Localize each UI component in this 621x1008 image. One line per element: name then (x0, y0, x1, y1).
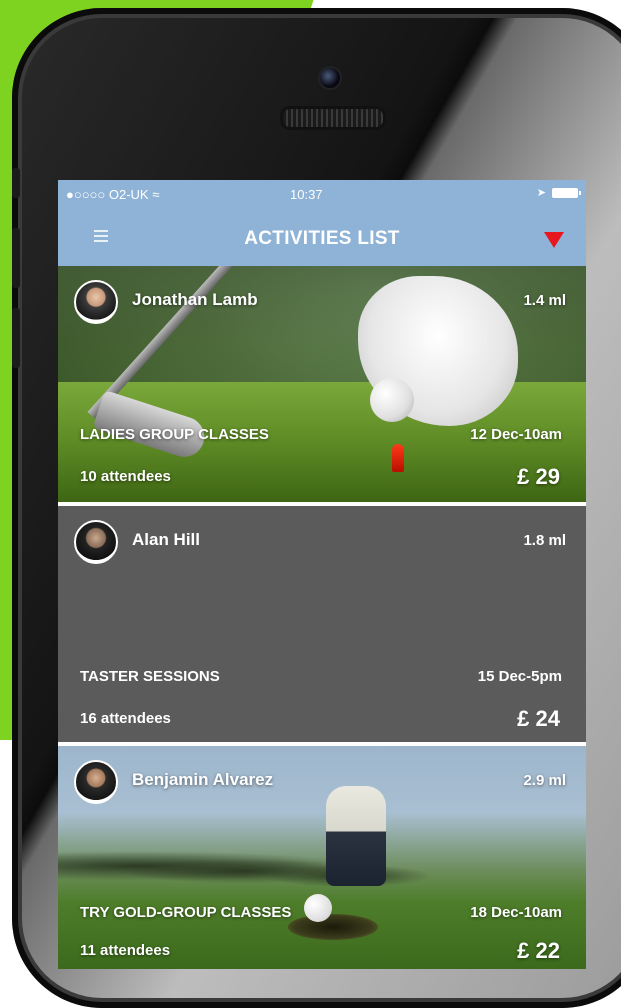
activity-card[interactable]: Alan Hill 1.8 ml TASTER SESSIONS 15 Dec-… (58, 506, 586, 742)
price-label: £ 24 (517, 706, 560, 731)
price-label: £ 22 (517, 938, 560, 963)
battery-icon (552, 187, 581, 198)
earpiece-speaker (280, 106, 386, 130)
tree-line-image (58, 836, 586, 886)
app-screen: ●○○○○ O2-UK ≈ 10:37 ➤ ACTIVITIES LIST Jo… (58, 180, 586, 969)
activity-name: LADIES GROUP CLASSES (80, 426, 269, 443)
front-camera (318, 66, 342, 90)
activity-date: 15 Dec-5pm (477, 668, 562, 685)
volume-down-button (12, 308, 20, 368)
status-right-icons: ➤ (536, 186, 581, 199)
distance-label: 2.9 ml (523, 772, 566, 789)
carrier-text: ●○○○○ O2-UK (66, 187, 149, 202)
price-label: £ 29 (517, 464, 560, 489)
carrier-label: ●○○○○ O2-UK ≈ (66, 187, 159, 202)
golf-ball-image (370, 378, 414, 422)
nav-bar: ACTIVITIES LIST (58, 208, 586, 266)
page-title: ACTIVITIES LIST (244, 228, 400, 249)
filter-triangle-icon[interactable] (544, 232, 564, 248)
golfer-image (326, 786, 386, 886)
mute-switch (12, 168, 20, 198)
distance-label: 1.8 ml (523, 532, 566, 549)
avatar (74, 280, 118, 324)
attendee-count: 16 attendees (80, 710, 171, 727)
activity-name: TRY GOLD-GROUP CLASSES (80, 904, 292, 921)
attendee-count: 11 attendees (80, 942, 171, 959)
golf-tee-image (392, 444, 404, 472)
avatar (74, 520, 118, 564)
attendee-count: 10 attendees (80, 468, 171, 485)
activity-name: TASTER SESSIONS (80, 668, 220, 685)
activity-date: 12 Dec-10am (470, 426, 562, 443)
organizer-name: Jonathan Lamb (132, 290, 258, 309)
location-arrow-icon: ➤ (536, 187, 546, 199)
volume-up-button (12, 228, 20, 288)
activity-card[interactable]: Benjamin Alvarez 2.9 ml TRY GOLD-GROUP C… (58, 746, 586, 969)
avatar (74, 760, 118, 804)
golf-hole-image (288, 914, 378, 940)
organizer-name: Benjamin Alvarez (132, 770, 274, 789)
distance-label: 1.4 ml (523, 292, 566, 309)
wifi-icon: ≈ (152, 187, 160, 202)
status-bar: ●○○○○ O2-UK ≈ 10:37 ➤ (58, 180, 586, 208)
status-time: 10:37 (290, 187, 323, 202)
activity-date: 18 Dec-10am (470, 904, 562, 921)
activity-card[interactable]: Jonathan Lamb 1.4 ml LADIES GROUP CLASSE… (58, 266, 586, 502)
organizer-name: Alan Hill (132, 530, 201, 549)
golf-ball-image (304, 894, 332, 922)
